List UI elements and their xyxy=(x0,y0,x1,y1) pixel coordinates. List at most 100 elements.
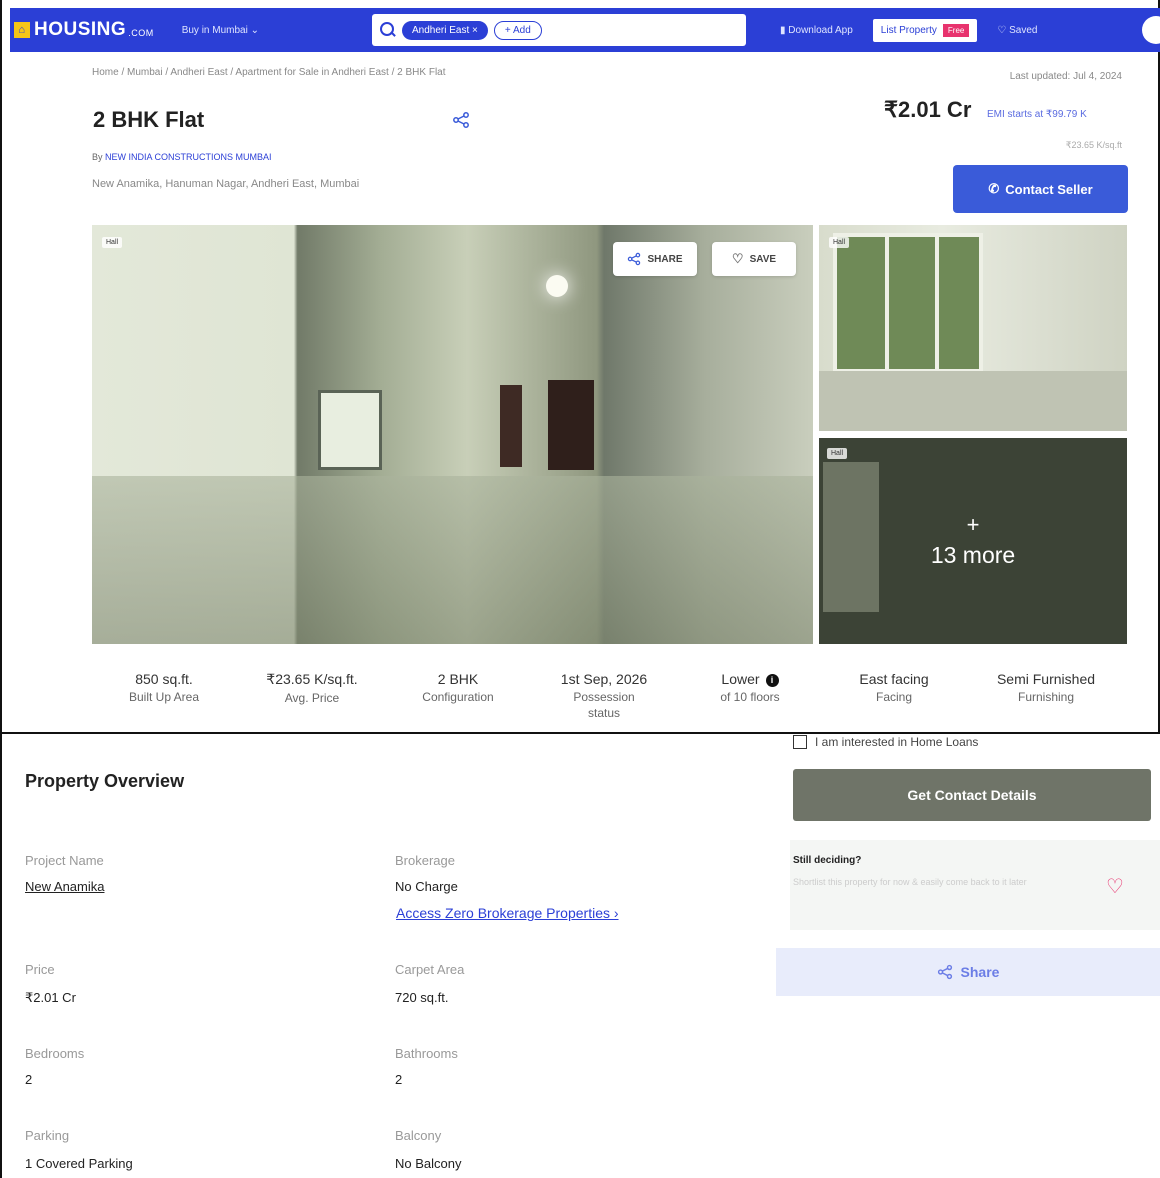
photo-save-label: SAVE xyxy=(749,253,777,265)
city-dropdown-label: Buy in Mumbai xyxy=(181,24,248,36)
zero-brokerage-link[interactable]: Access Zero Brokerage Properties › xyxy=(396,905,619,921)
plus-icon: + xyxy=(966,511,980,537)
share-button[interactable]: Share xyxy=(776,948,1160,996)
photo-light xyxy=(546,275,568,297)
share-icon xyxy=(937,964,952,980)
stat-label: Built Up Area xyxy=(128,690,200,704)
get-contact-details-button[interactable]: Get Contact Details xyxy=(793,769,1151,821)
share-icon[interactable] xyxy=(452,111,470,129)
gallery-more-thumbnail[interactable]: Hall + 13 more xyxy=(819,438,1127,644)
heart-icon[interactable]: ♡ xyxy=(1106,874,1124,899)
price-value: ₹2.01 Cr xyxy=(25,990,76,1005)
stat-facing: East facing Facing xyxy=(832,671,956,705)
listing-header-panel: ⌂ HOUSING .COM Buy in Mumbai ⌄ Andheri E… xyxy=(0,0,1160,732)
listing-address: New Anamika, Hanuman Nagar, Andheri East… xyxy=(92,178,360,190)
list-property-label: List Property xyxy=(880,24,937,36)
stat-configuration: 2 BHK Configuration xyxy=(396,671,520,705)
bathrooms-label: Bathrooms xyxy=(395,1046,458,1061)
balcony-label: Balcony xyxy=(395,1128,442,1143)
developer-name-link[interactable]: NEW INDIA CONSTRUCTIONS MUMBAI xyxy=(105,152,272,162)
search-bar[interactable]: Andheri East × + Add xyxy=(372,14,746,46)
shortlist-card: Still deciding? Shortlist this property … xyxy=(790,840,1160,930)
menu-icon[interactable] xyxy=(1142,16,1160,44)
carpet-area-value: 720 sq.ft. xyxy=(395,990,449,1005)
more-photos-count: 13 more xyxy=(930,541,1016,568)
saved-link[interactable]: ♡ Saved xyxy=(997,25,1037,36)
stat-avg-price: ₹23.65 K/sq.ft. Avg. Price xyxy=(250,671,374,706)
stat-floor: Lower i of 10 floors xyxy=(688,671,812,705)
download-app-link[interactable]: ▮ Download App xyxy=(780,25,853,36)
navbar-actions: ▮ Download App List Property Free ♡ Save… xyxy=(780,8,1037,52)
housing-logo[interactable]: ⌂ HOUSING .COM xyxy=(14,19,154,41)
contact-seller-button[interactable]: ✆ Contact Seller xyxy=(953,165,1128,213)
home-loan-checkbox[interactable] xyxy=(793,735,807,749)
heart-icon: ♡ xyxy=(731,251,744,266)
stat-built-up-area: 850 sq.ft. Built Up Area xyxy=(102,671,226,705)
more-photos-overlay[interactable]: + 13 more xyxy=(819,438,1127,644)
city-dropdown[interactable]: Buy in Mumbai ⌄ xyxy=(182,25,259,36)
logo-house-icon: ⌂ xyxy=(14,22,30,38)
stat-label: of 10 floors xyxy=(720,690,780,704)
bedrooms-value: 2 xyxy=(25,1072,33,1087)
gallery-thumbnail[interactable]: Hall xyxy=(819,225,1127,431)
stat-value: 1st Sep, 2026 xyxy=(560,671,648,687)
parking-label: Parking xyxy=(25,1128,70,1143)
logo-text: HOUSING xyxy=(34,19,127,40)
top-navbar: ⌂ HOUSING .COM Buy in Mumbai ⌄ Andheri E… xyxy=(10,8,1160,52)
contact-seller-label: Contact Seller xyxy=(1005,181,1093,197)
developer-prefix: By xyxy=(92,152,103,162)
free-badge: Free xyxy=(942,23,970,37)
listing-title: 2 BHK Flat xyxy=(93,107,205,132)
breadcrumb[interactable]: Home / Mumbai / Andheri East / Apartment… xyxy=(92,67,446,78)
stat-label: Avg. Price xyxy=(284,691,340,705)
brokerage-label: Brokerage xyxy=(395,853,455,868)
stat-floor-value: Lower xyxy=(721,671,760,687)
saved-label: Saved xyxy=(1009,24,1038,36)
stat-value: ₹23.65 K/sq.ft. xyxy=(266,671,358,687)
home-loan-label: I am interested in Home Loans xyxy=(815,735,979,749)
stat-value: Lower i xyxy=(688,671,812,687)
bedrooms-label: Bedrooms xyxy=(25,1046,85,1061)
stat-furnishing: Semi Furnished Furnishing xyxy=(978,671,1114,705)
photo-share-button[interactable]: SHARE xyxy=(613,242,697,276)
locality-chip-label: Andheri East xyxy=(412,24,470,36)
stat-value: East facing xyxy=(859,671,929,687)
locality-chip[interactable]: Andheri East × xyxy=(402,20,488,40)
thumbnail-floor xyxy=(819,371,1127,431)
list-property-button[interactable]: List Property Free xyxy=(872,18,978,42)
price-per-sqft: ₹23.65 K/sq.ft xyxy=(1065,140,1122,150)
chevron-down-icon: ⌄ xyxy=(250,24,259,36)
stat-value: 850 sq.ft. xyxy=(135,671,193,687)
share-label: Share xyxy=(960,964,1000,980)
bathrooms-value: 2 xyxy=(395,1072,403,1087)
close-icon[interactable]: × xyxy=(472,25,478,36)
stat-value: Semi Furnished xyxy=(996,671,1096,687)
photo-save-button[interactable]: ♡ SAVE xyxy=(712,242,796,276)
photo-room-tag: Hall xyxy=(102,237,123,248)
add-locality-button[interactable]: + Add xyxy=(493,20,542,40)
still-deciding-subtitle: Shortlist this property for now & easily… xyxy=(793,877,1027,887)
photo-door xyxy=(500,385,522,467)
stat-possession: 1st Sep, 2026 Possession status xyxy=(542,671,666,721)
emi-link[interactable]: EMI starts at ₹99.79 K xyxy=(987,109,1087,120)
info-icon[interactable]: i xyxy=(765,674,779,687)
home-loan-option[interactable]: I am interested in Home Loans xyxy=(793,735,978,749)
thumbnail-window xyxy=(833,233,983,373)
balcony-value: No Balcony xyxy=(395,1156,462,1171)
stat-label: Configuration xyxy=(422,690,494,704)
price-label: Price xyxy=(25,962,55,977)
still-deciding-title: Still deciding? xyxy=(793,855,862,866)
project-name-link[interactable]: New Anamika xyxy=(25,879,104,894)
stat-label: Furnishing xyxy=(1017,690,1075,704)
photo-door xyxy=(548,380,594,470)
heart-outline-icon: ♡ xyxy=(997,24,1010,36)
section-title: Property Overview xyxy=(25,771,185,791)
photo-window xyxy=(318,390,382,470)
main-property-photo[interactable]: Hall SHARE ♡ SAVE xyxy=(92,225,813,644)
carpet-area-label: Carpet Area xyxy=(395,962,465,977)
stat-value: 2 BHK xyxy=(437,671,479,687)
photo-share-label: SHARE xyxy=(647,253,683,265)
stat-label: Possession status xyxy=(573,690,635,720)
phone-icon: ✆ xyxy=(988,181,1000,196)
search-icon xyxy=(380,22,396,38)
